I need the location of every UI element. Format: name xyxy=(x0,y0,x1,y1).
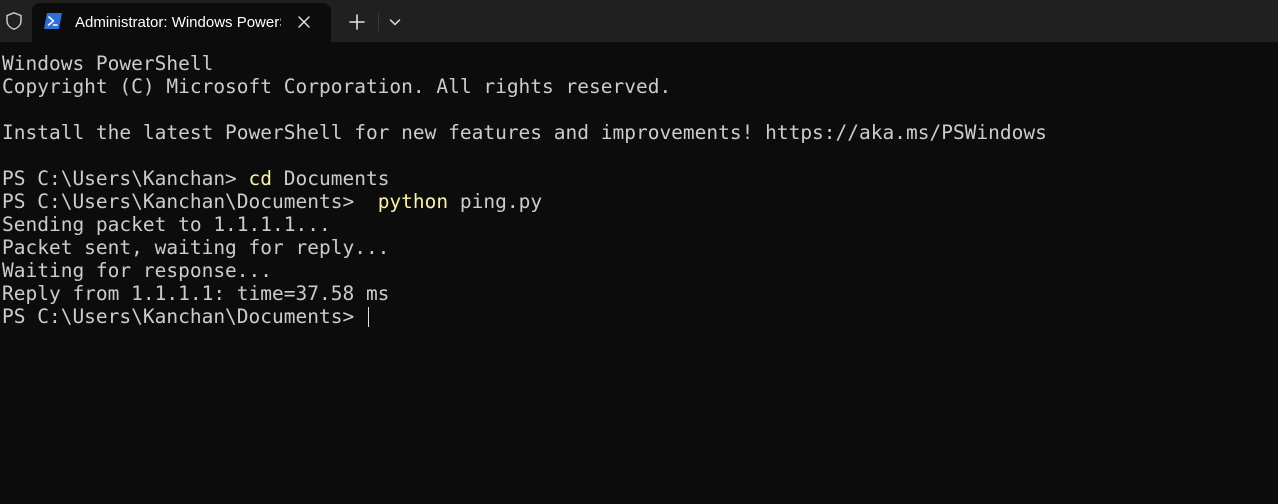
close-icon[interactable] xyxy=(295,13,313,31)
command-argument: ping.py xyxy=(448,190,543,213)
powershell-icon xyxy=(44,13,62,29)
text-cursor xyxy=(367,307,369,327)
tab-divider xyxy=(378,13,379,31)
output-line: Sending packet to 1.1.1.1... xyxy=(2,213,331,236)
copyright-line: Copyright (C) Microsoft Corporation. All… xyxy=(2,75,672,98)
command-line-cd: PS C:\Users\Kanchan> cd Documents xyxy=(2,167,1274,190)
tab-powershell[interactable]: Administrator: Windows PowerShell xyxy=(32,3,331,42)
banner-title: Windows PowerShell xyxy=(2,52,214,75)
output-line: Waiting for response... xyxy=(2,259,273,282)
command-keyword: python xyxy=(377,190,449,213)
output-line: Reply from 1.1.1.1: time=37.58 ms xyxy=(2,282,390,305)
terminal-window: Administrator: Windows PowerShell Window… xyxy=(0,0,1278,504)
prompt: PS C:\Users\Kanchan> xyxy=(2,167,249,190)
command-keyword: cd xyxy=(248,167,273,190)
plus-icon[interactable] xyxy=(346,11,368,33)
tab-title: Administrator: Windows PowerShell xyxy=(75,14,281,31)
output-line: Packet sent, waiting for reply... xyxy=(2,236,390,259)
current-prompt-line[interactable]: PS C:\Users\Kanchan\Documents> xyxy=(2,305,1274,328)
tab-bar: Administrator: Windows PowerShell xyxy=(0,0,1278,42)
prompt: PS C:\Users\Kanchan\Documents> xyxy=(2,305,366,328)
terminal-output[interactable]: Windows PowerShell Copyright (C) Microso… xyxy=(2,52,1274,498)
install-notice: Install the latest PowerShell for new fe… xyxy=(2,121,1047,144)
chevron-down-icon[interactable] xyxy=(386,13,404,31)
command-line-python: PS C:\Users\Kanchan\Documents> python pi… xyxy=(2,190,1274,213)
shield-icon xyxy=(6,12,22,30)
command-argument: Documents xyxy=(272,167,390,190)
prompt: PS C:\Users\Kanchan\Documents> xyxy=(2,190,378,213)
